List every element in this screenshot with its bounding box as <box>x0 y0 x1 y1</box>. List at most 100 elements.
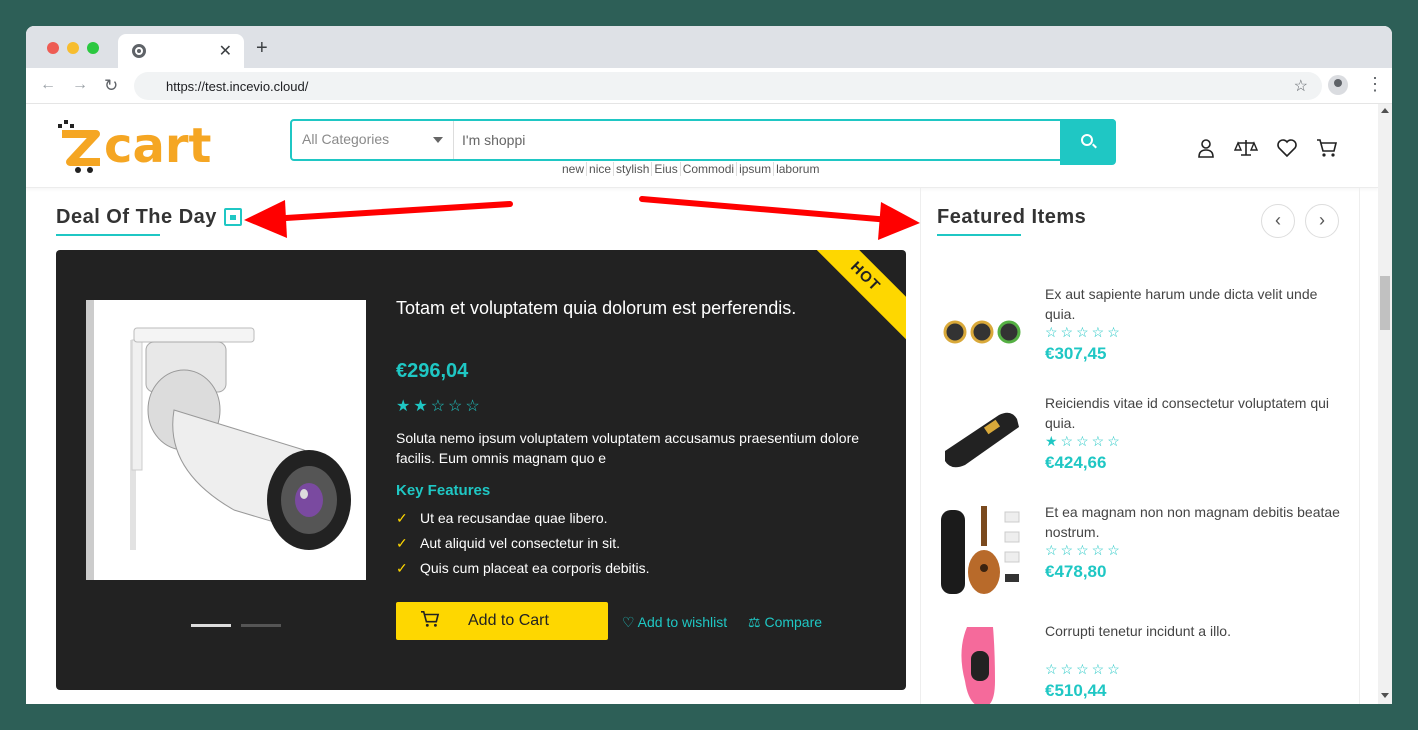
deal-actions: Add to Cart ♡ Add to wishlist ⚖ Compare <box>396 602 876 640</box>
featured-item-name[interactable]: Corrupti tenetur incidunt a illo. <box>1045 621 1345 641</box>
compare-link[interactable]: ⚖ Compare <box>748 614 822 631</box>
featured-item-price: €478,80 <box>1045 562 1107 581</box>
svg-text:cart: cart <box>104 118 211 174</box>
search-input[interactable] <box>462 121 1056 159</box>
site-header: cart All Categories newnicestylishEiusCo… <box>26 104 1378 188</box>
tag-link[interactable]: nice <box>587 162 615 176</box>
product-thumbnail <box>943 320 1021 344</box>
logo-graphic: cart <box>58 118 211 174</box>
tag-link[interactable]: new <box>560 162 588 176</box>
tag-link[interactable]: Commodi <box>680 162 738 176</box>
tag-link[interactable]: Eius <box>652 162 681 176</box>
rating-stars: ☆☆☆☆☆ <box>1045 542 1123 558</box>
key-features-title: Key Features <box>396 482 491 499</box>
maximize-window-button[interactable] <box>87 42 99 54</box>
deal-description: Soluta nemo ipsum voluptatem voluptatem … <box>396 430 860 466</box>
scroll-thumb[interactable] <box>1380 276 1390 330</box>
scroll-down-arrow-icon[interactable] <box>1381 693 1389 698</box>
slide-dot[interactable] <box>191 624 231 627</box>
chevron-down-icon <box>433 137 443 143</box>
featured-item[interactable]: Reiciendis vitae id consectetur voluptat… <box>937 393 1347 493</box>
feature-text: Aut aliquid vel consectetur in sit. <box>420 535 620 551</box>
deal-price: €296,04 <box>396 360 469 382</box>
search-tags: new nice stylish Eius Commodi ipsum laborum <box>560 162 821 176</box>
url-text: https://test.incevio.cloud/ <box>166 79 309 94</box>
tag-link[interactable]: ipsum <box>737 162 775 176</box>
featured-item-price: €510,44 <box>1045 681 1107 700</box>
deal-of-the-day-title: Deal Of The Day <box>56 206 217 228</box>
address-bar[interactable]: https://test.incevio.cloud/ ☆ <box>134 72 1322 100</box>
security-camera-image <box>130 327 351 550</box>
deal-product-name[interactable]: Totam et voluptatem quia dolorum est per… <box>396 298 876 319</box>
menu-kebab-icon[interactable]: ⋮ <box>1366 74 1384 95</box>
wishlist-label: Add to wishlist <box>637 614 728 630</box>
title-underline <box>937 234 1021 236</box>
cart-icon <box>421 610 440 627</box>
check-icon: ✓ <box>396 510 408 526</box>
browser-toolbar: ← → ↻ https://test.incevio.cloud/ ☆ ⋮ <box>26 68 1392 104</box>
new-tab-button[interactable]: + <box>256 38 268 58</box>
carousel-next-button[interactable]: › <box>1305 204 1339 238</box>
featured-items-section: Featured Items ‹ › Ex aut sapiente harum… <box>920 188 1360 704</box>
featured-item-price: €307,45 <box>1045 344 1107 363</box>
page-content: cart All Categories newnicestylishEiusCo… <box>26 104 1392 704</box>
featured-item-name[interactable]: Et ea magnam non non magnam debitis beat… <box>1045 502 1345 542</box>
add-to-cart-button[interactable]: Add to Cart <box>396 602 608 640</box>
reload-icon[interactable]: ↻ <box>104 76 118 96</box>
search-icon <box>1081 134 1093 146</box>
bookmark-star-icon[interactable]: ☆ <box>1294 76 1308 96</box>
rating-stars: ★★☆☆☆ <box>396 398 483 415</box>
close-tab-icon[interactable]: ✕ <box>219 41 232 61</box>
product-image[interactable] <box>86 300 366 580</box>
browser-tab[interactable]: ✕ <box>118 34 244 68</box>
featured-item[interactable]: Corrupti tenetur incidunt a illo. ☆☆☆☆☆ … <box>937 621 1347 704</box>
search-button[interactable] <box>1060 119 1116 165</box>
category-select-value: All Categories <box>302 131 390 147</box>
close-window-button[interactable] <box>47 42 59 54</box>
tag-link[interactable]: laborum <box>774 162 821 176</box>
featured-items-title: Featured Items <box>937 206 1087 228</box>
slide-dot[interactable] <box>241 624 281 627</box>
calendar-icon[interactable] <box>224 208 242 226</box>
featured-item[interactable]: Ex aut sapiente harum unde dicta velit u… <box>937 284 1347 384</box>
browser-window: ✕ + ← → ↻ https://test.incevio.cloud/ ☆ … <box>26 26 1392 704</box>
feature-text: Quis cum placeat ea corporis debitis. <box>420 560 650 576</box>
add-to-cart-label: Add to Cart <box>468 612 549 629</box>
featured-item-price: €424,66 <box>1045 453 1107 472</box>
zcart-logo[interactable]: cart <box>56 116 226 176</box>
heart-icon[interactable] <box>1276 138 1298 158</box>
rating-stars: ☆☆☆☆☆ <box>1045 324 1123 340</box>
featured-item[interactable]: Et ea magnam non non magnam debitis beat… <box>937 502 1347 602</box>
rating-stars: ☆☆☆☆☆ <box>1045 661 1123 677</box>
cart-icon[interactable] <box>1316 138 1338 158</box>
chrome-icon <box>132 44 146 58</box>
scroll-up-arrow-icon[interactable] <box>1381 108 1389 113</box>
featured-item-name[interactable]: Ex aut sapiente harum unde dicta velit u… <box>1045 284 1345 324</box>
compare-label: Compare <box>764 614 823 630</box>
tab-bar: ✕ + <box>26 26 1392 68</box>
product-thumbnail <box>961 627 995 704</box>
compare-icon[interactable] <box>1234 138 1258 158</box>
tag-link[interactable]: stylish <box>614 162 653 176</box>
feature-item: ✓ Aut aliquid vel consectetur in sit. <box>396 535 650 560</box>
carousel-prev-button[interactable]: ‹ <box>1261 204 1295 238</box>
minimize-window-button[interactable] <box>67 42 79 54</box>
forward-arrow-icon[interactable]: → <box>72 76 88 94</box>
rating-stars: ★☆☆☆☆ <box>1045 433 1123 449</box>
featured-item-name[interactable]: Reiciendis vitae id consectetur voluptat… <box>1045 393 1345 433</box>
profile-icon[interactable] <box>1328 75 1348 95</box>
page-scrollbar[interactable] <box>1378 104 1392 704</box>
deal-card: HOT Totam et voluptatem quia dolorum est… <box>56 250 906 690</box>
product-thumbnail <box>945 412 1019 468</box>
back-arrow-icon[interactable]: ← <box>40 76 56 94</box>
feature-item: ✓ Quis cum placeat ea corporis debitis. <box>396 560 650 585</box>
user-icon[interactable] <box>1196 138 1216 158</box>
category-select[interactable]: All Categories <box>292 121 454 159</box>
feature-text: Ut ea recusandae quae libero. <box>420 510 608 526</box>
feature-item: ✓ Ut ea recusandae quae libero. <box>396 510 650 535</box>
check-icon: ✓ <box>396 560 408 576</box>
add-to-wishlist-link[interactable]: ♡ Add to wishlist <box>622 614 727 631</box>
title-underline <box>56 234 160 236</box>
search-bar: All Categories <box>290 119 1116 165</box>
key-features-list: ✓ Ut ea recusandae quae libero. ✓ Aut aliq… <box>396 510 650 585</box>
